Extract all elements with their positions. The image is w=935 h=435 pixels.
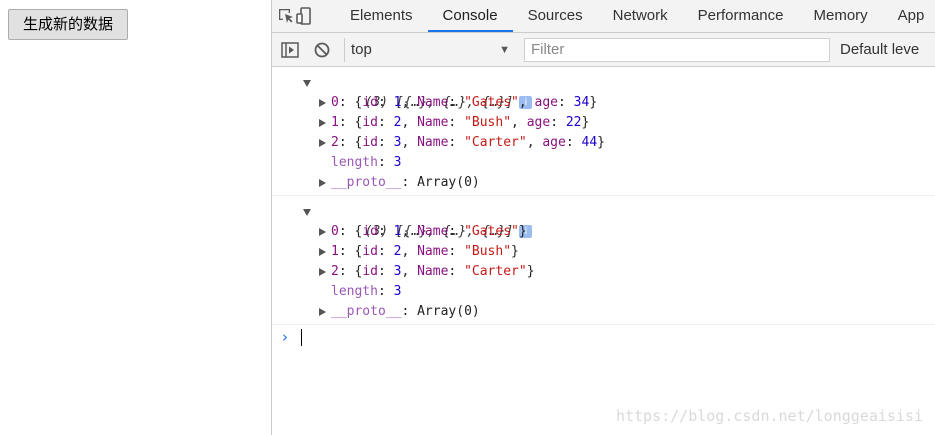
generate-data-button[interactable]: 生成新的数据 [8, 9, 128, 40]
console-toolbar: top ▼ Default leve [272, 33, 935, 67]
array-item[interactable]: 1: {id: 2, Name: "Bush", age: 22} [272, 113, 935, 133]
collapsed-triangle-icon[interactable] [319, 228, 326, 236]
expanded-triangle-icon[interactable] [303, 209, 311, 216]
filter-input[interactable] [524, 37, 830, 62]
array-summary[interactable]: (3) [{…}, {…}, {…}] i [272, 73, 935, 110]
array-item[interactable]: 2: {id: 3, Name: "Carter"} [272, 262, 935, 282]
dropdown-arrow-icon: ▼ [499, 43, 510, 56]
prompt-chevron-icon: › [282, 328, 288, 346]
length-property: length: 3 [331, 284, 402, 299]
devtools-tabbar: Elements Console Sources Network Perform… [272, 0, 935, 33]
collapsed-triangle-icon[interactable] [319, 308, 326, 316]
log-levels-dropdown[interactable]: Default leve [840, 41, 919, 58]
console-message: (3) [{…}, {…}, {…}] i 0: {id: 1, Name: "G… [272, 67, 935, 196]
tab-elements[interactable]: Elements [335, 0, 428, 32]
console-message: (3) [{…}, {…}, {…}] i 0: {id: 1, Name: "G… [272, 196, 935, 325]
console-prompt[interactable]: › [272, 325, 935, 351]
array-summary[interactable]: (3) [{…}, {…}, {…}] i [272, 202, 935, 239]
text-cursor [301, 329, 302, 346]
tab-memory[interactable]: Memory [799, 0, 883, 32]
proto-property[interactable]: __proto__: Array(0) [272, 302, 935, 322]
device-toolbar-icon[interactable] [295, 0, 313, 32]
console-output: (3) [{…}, {…}, {…}] i 0: {id: 1, Name: "G… [272, 67, 935, 435]
proto-property[interactable]: __proto__: Array(0) [272, 173, 935, 193]
devtools-panel: Elements Console Sources Network Perform… [271, 0, 935, 435]
length-property: length: 3 [331, 155, 402, 170]
clear-console-icon[interactable] [308, 33, 336, 66]
collapsed-triangle-icon[interactable] [319, 119, 326, 127]
context-selector[interactable]: top ▼ [344, 37, 516, 62]
collapsed-triangle-icon[interactable] [319, 99, 326, 107]
sidebar-toggle-icon[interactable] [276, 33, 304, 66]
array-item[interactable]: 2: {id: 3, Name: "Carter", age: 44} [272, 133, 935, 153]
context-value: top [351, 41, 372, 58]
array-item[interactable]: 1: {id: 2, Name: "Bush"} [272, 242, 935, 262]
collapsed-triangle-icon[interactable] [319, 268, 326, 276]
watermark: https://blog.csdn.net/longgeaisisi [615, 407, 923, 425]
tab-network[interactable]: Network [598, 0, 683, 32]
collapsed-triangle-icon[interactable] [319, 179, 326, 187]
inspect-element-icon[interactable] [277, 0, 295, 32]
array-item[interactable]: 0: {id: 1, Name: "Gates"} [272, 222, 935, 242]
expanded-triangle-icon[interactable] [303, 80, 311, 87]
tab-application[interactable]: App [883, 0, 935, 32]
tab-performance[interactable]: Performance [683, 0, 799, 32]
tab-sources[interactable]: Sources [513, 0, 598, 32]
tab-console[interactable]: Console [427, 0, 513, 32]
collapsed-triangle-icon[interactable] [319, 139, 326, 147]
collapsed-triangle-icon[interactable] [319, 248, 326, 256]
array-item[interactable]: 0: {id: 1, Name: "Gates", age: 34} [272, 93, 935, 113]
